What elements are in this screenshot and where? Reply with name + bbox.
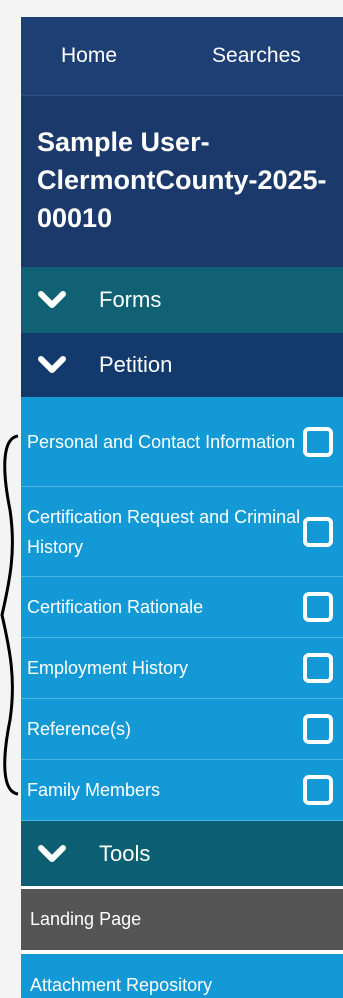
tools-item-attachment-repository[interactable]: Attachment Repository <box>21 950 343 998</box>
item-label: Certification Rationale <box>27 597 204 617</box>
section-tools-label: Tools <box>99 840 151 866</box>
item-label: Family Members <box>27 780 161 800</box>
navigation-panel: Home Searches Sample User-ClermontCounty… <box>21 17 343 998</box>
checkbox-icon[interactable] <box>303 653 333 683</box>
petition-item-certification-request[interactable]: Certification Request and Criminal Histo… <box>21 487 343 577</box>
section-forms[interactable]: Forms <box>21 267 343 333</box>
petition-item-family-members[interactable]: Family Members <box>21 760 343 821</box>
chevron-down-icon <box>38 356 66 373</box>
petition-item-personal-contact[interactable]: Personal and Contact Information <box>21 397 343 487</box>
petition-item-certification-rationale[interactable]: Certification Rationale <box>21 577 343 638</box>
section-petition-label: Petition <box>99 352 173 377</box>
checkbox-icon[interactable] <box>303 426 333 457</box>
item-label: Employment History <box>27 658 189 678</box>
checkbox-icon[interactable] <box>303 714 333 744</box>
petition-item-references[interactable]: Reference(s) <box>21 699 343 760</box>
section-petition[interactable]: Petition <box>21 333 343 397</box>
nav-home-link[interactable]: Home <box>61 44 117 68</box>
chevron-down-icon <box>38 291 66 308</box>
item-label: Reference(s) <box>27 719 132 739</box>
item-label: Personal and Contact Information <box>27 431 296 452</box>
item-label: Certification Request and Criminal Histo… <box>27 506 301 557</box>
chevron-down-icon <box>38 844 66 862</box>
nav-searches-link[interactable]: Searches <box>212 44 301 68</box>
curly-brace-annotation <box>0 434 19 796</box>
checkbox-icon[interactable] <box>303 592 333 622</box>
checkbox-icon[interactable] <box>303 516 333 547</box>
top-nav: Home Searches <box>21 17 343 96</box>
tools-item-landing-page[interactable]: Landing Page <box>21 886 343 950</box>
checkbox-icon[interactable] <box>303 775 333 805</box>
section-forms-label: Forms <box>99 287 162 312</box>
section-tools[interactable]: Tools <box>21 821 343 886</box>
petition-item-employment-history[interactable]: Employment History <box>21 638 343 699</box>
user-title: Sample User-ClermontCounty-2025-00010 <box>21 96 343 267</box>
